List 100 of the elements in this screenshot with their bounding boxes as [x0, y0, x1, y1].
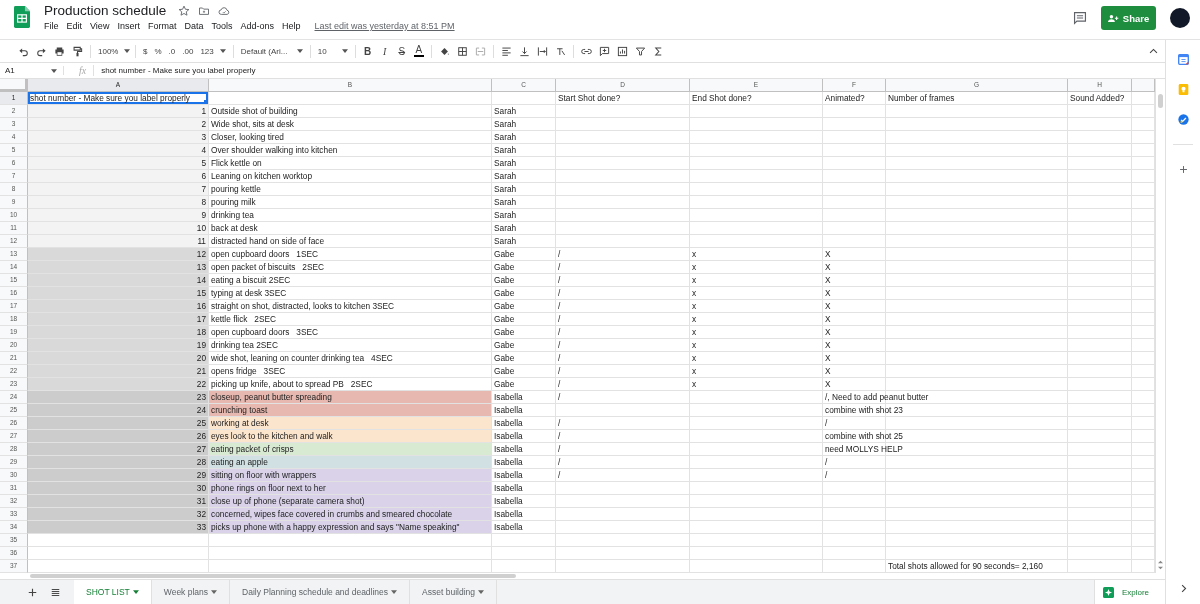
table-cell: 22	[28, 378, 209, 391]
filter-icon[interactable]	[634, 45, 646, 57]
cell-text: open cupboard doors 1SEC	[211, 248, 318, 260]
menu-item[interactable]: View	[90, 21, 110, 31]
cell-text: Isabella	[494, 469, 523, 481]
table-cell: eating an apple	[209, 456, 492, 469]
scroll-down-icon[interactable]	[1157, 566, 1164, 571]
table-cell: concerned, wipes face covered in crumbs and smeared chocolate	[209, 508, 492, 521]
print-icon[interactable]	[54, 45, 65, 57]
menu-item[interactable]: Insert	[117, 21, 140, 31]
text-format-button[interactable]: S	[396, 45, 407, 57]
sheet-tab[interactable]: Daily Planning schedule and deadlines	[230, 580, 411, 604]
cell-text: Gabe	[494, 326, 515, 338]
document-title[interactable]: Production schedule	[44, 3, 167, 18]
fill-color-icon[interactable]	[438, 45, 450, 57]
cell-text: Gabe	[494, 339, 515, 351]
cell-text: Isabella	[494, 417, 523, 429]
cell-text: opens fridge 3SEC	[211, 365, 286, 377]
borders-icon[interactable]	[456, 45, 468, 57]
scroll-up-icon[interactable]	[1157, 559, 1164, 564]
cell-text: Wide shot, sits at desk	[211, 118, 294, 130]
cell-text: Sarah	[494, 105, 517, 117]
cell-text: Sarah	[494, 209, 517, 221]
calendar-icon[interactable]	[1177, 54, 1189, 65]
comment-icon[interactable]	[1073, 11, 1087, 25]
caret-icon	[124, 49, 131, 53]
formula-field[interactable]: shot number - Make sure you label properly	[94, 66, 256, 75]
cell-text: x	[692, 287, 697, 299]
cell-text: drinking tea	[211, 209, 254, 221]
table-cell: 26	[28, 430, 209, 443]
tasks-icon[interactable]	[1177, 114, 1189, 125]
table-cell: 27	[28, 443, 209, 456]
decrease-decimal-button[interactable]: .0	[168, 46, 176, 56]
scrollbar-thumb[interactable]	[1158, 94, 1163, 108]
cell-text: Flick kettle on	[211, 157, 262, 169]
menu-item[interactable]: Tools	[211, 21, 233, 31]
cell-text: Gabe	[494, 300, 515, 312]
cell-text: /	[558, 352, 561, 364]
merge-cells-icon[interactable]	[474, 45, 486, 57]
text-format-button[interactable]: B	[362, 45, 373, 57]
cell-text: Isabella	[494, 482, 523, 494]
percent-format-button[interactable]: %	[154, 46, 162, 56]
name-box[interactable]: A1	[0, 66, 64, 75]
cell-text: /	[558, 326, 561, 338]
zoom-dropdown[interactable]: 100%	[98, 46, 128, 56]
table-cell: 21	[28, 365, 209, 378]
menu-item[interactable]: Add-ons	[240, 21, 274, 31]
table-cell: 19	[28, 339, 209, 352]
menu-item[interactable]: Data	[184, 21, 204, 31]
table-cell: picks up phone with a happy expression and says "Name speaking"	[209, 521, 492, 534]
cell-text: /	[558, 417, 561, 429]
chart-icon[interactable]	[616, 45, 628, 57]
number-format-dropdown[interactable]: 123	[200, 46, 226, 56]
cell-text: kettle flick 2SEC	[211, 313, 276, 325]
add-sheet-icon[interactable]	[28, 587, 37, 597]
text-format-button[interactable]: I	[379, 45, 390, 57]
table-cell: 13	[28, 261, 209, 274]
star-icon[interactable]	[178, 4, 191, 17]
paint-format-icon[interactable]	[72, 45, 83, 57]
add-comment-icon[interactable]	[598, 45, 610, 57]
vertical-align-icon[interactable]	[518, 45, 530, 57]
table-cell: 32	[28, 508, 209, 521]
sum-icon[interactable]	[652, 45, 664, 57]
currency-format-button[interactable]: $	[143, 46, 148, 56]
explore-button[interactable]: Explore	[1093, 580, 1165, 604]
last-edit-link[interactable]: Last edit was yesterday at 8:51 PM	[314, 21, 455, 31]
align-left-icon[interactable]	[500, 45, 512, 57]
cell-text: Gabe	[494, 365, 515, 377]
text-wrap-icon[interactable]	[536, 45, 548, 57]
caret-icon	[132, 590, 139, 594]
add-icon[interactable]	[1177, 164, 1189, 175]
sheet-tab[interactable]: Asset building	[410, 580, 497, 604]
increase-decimal-button[interactable]: .00	[182, 46, 194, 56]
cell-text: /	[558, 443, 561, 455]
table-cell: 29	[28, 469, 209, 482]
menu-item[interactable]: File	[44, 21, 59, 31]
menu-item[interactable]: Edit	[66, 21, 83, 31]
avatar[interactable]	[1170, 8, 1190, 28]
all-sheets-menu-icon[interactable]	[51, 587, 60, 597]
cloud-icon[interactable]	[218, 4, 231, 17]
cell-text: Sarah	[494, 196, 517, 208]
cell-text: /	[558, 261, 561, 273]
menu-item[interactable]: Format	[147, 21, 177, 31]
menu-item[interactable]: Help	[282, 21, 301, 31]
caret-icon	[211, 590, 218, 594]
cell-text: /, Need to add peanut butter	[825, 391, 929, 403]
table-cell: 16	[28, 300, 209, 313]
font-dropdown[interactable]: Default (Ari...	[240, 46, 303, 56]
cell-text: X	[825, 339, 831, 351]
cell-text: Total shots allowed for 90 seconds= 2,160	[888, 560, 1043, 572]
text-rotate-icon[interactable]	[554, 45, 566, 57]
font-size-dropdown[interactable]: 10	[317, 46, 348, 56]
share-button[interactable]: Share	[1101, 6, 1156, 30]
text-format-button[interactable]: A	[413, 45, 424, 57]
cell-text: X	[825, 274, 831, 286]
spreadsheet-logo-icon[interactable]	[14, 6, 30, 28]
sheet-tab[interactable]: SHOT LIST	[74, 580, 152, 604]
sheet-tab[interactable]: Week plans	[151, 580, 231, 604]
folder-icon[interactable]	[198, 4, 211, 17]
cell-text: End Shot done?	[692, 92, 752, 104]
